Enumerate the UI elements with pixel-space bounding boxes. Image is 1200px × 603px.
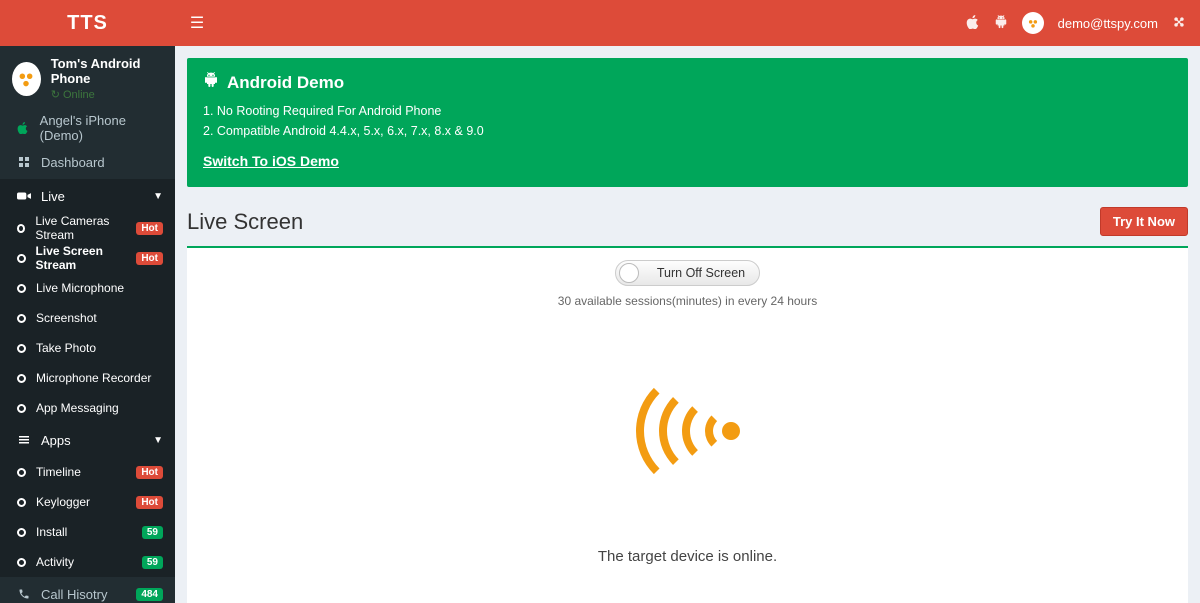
banner-line: 1. No Rooting Required For Android Phone	[203, 101, 1172, 121]
circle-icon	[17, 254, 26, 263]
sidebar-device-header[interactable]: Tom's Android Phone Online	[0, 46, 175, 111]
count-badge: 59	[142, 556, 163, 569]
circle-icon	[17, 468, 26, 477]
dashboard-icon	[15, 156, 33, 168]
circle-icon	[17, 344, 26, 353]
android-icon[interactable]	[994, 15, 1008, 32]
try-it-now-button[interactable]: Try It Now	[1100, 207, 1188, 236]
hot-badge: Hot	[136, 466, 163, 479]
settings-icon[interactable]	[1172, 15, 1186, 32]
brand-logo[interactable]: TTS	[0, 12, 175, 35]
sidebar-item-mic-recorder[interactable]: Microphone Recorder	[0, 363, 175, 393]
chevron-down-icon: ▼	[153, 435, 163, 446]
sidebar-item-label: Timeline	[36, 465, 81, 479]
circle-icon	[17, 314, 26, 323]
sidebar-item-label: Activity	[36, 555, 74, 569]
main-content: Android Demo 1. No Rooting Required For …	[175, 46, 1200, 603]
sidebar-item-live-screen[interactable]: Live Screen Stream Hot	[0, 243, 175, 273]
circle-icon	[17, 498, 26, 507]
apple-icon[interactable]	[966, 15, 980, 32]
circle-icon	[17, 528, 26, 537]
apps-icon	[15, 434, 33, 446]
hot-badge: Hot	[136, 252, 163, 265]
sidebar-item-label: App Messaging	[36, 401, 119, 415]
screen-toggle[interactable]: Turn Off Screen	[615, 260, 760, 286]
sidebar-item-label: Screenshot	[36, 311, 97, 325]
camera-icon	[15, 190, 33, 202]
count-badge: 59	[142, 526, 163, 539]
user-email[interactable]: demo@ttspy.com	[1058, 16, 1158, 31]
switch-demo-link[interactable]: Switch To iOS Demo	[203, 153, 339, 169]
sidebar-item-timeline[interactable]: Timeline Hot	[0, 457, 175, 487]
sidebar-item-call-history[interactable]: Call Hisotry 484	[0, 577, 175, 603]
sidebar-item-label: Keylogger	[36, 495, 90, 509]
device-status: Online	[51, 88, 163, 101]
live-screen-panel: Turn Off Screen 30 available sessions(mi…	[187, 248, 1188, 603]
sidebar-toggle-apps[interactable]: Apps ▼	[0, 423, 175, 457]
circle-icon	[17, 224, 25, 233]
user-avatar-icon[interactable]	[1022, 12, 1044, 34]
count-badge: 484	[136, 588, 163, 601]
sidebar-item-label: Take Photo	[36, 341, 96, 355]
sidebar-item-label: Live	[41, 189, 65, 204]
sidebar-item-label: Angel's iPhone (Demo)	[40, 113, 163, 143]
apple-icon	[15, 122, 32, 134]
sidebar: Tom's Android Phone Online Angel's iPhon…	[0, 46, 175, 603]
circle-icon	[17, 558, 26, 567]
android-icon	[203, 72, 219, 93]
sidebar-toggle[interactable]: ☰	[175, 13, 219, 33]
device-avatar-icon	[12, 62, 41, 96]
sidebar-item-label: Live Microphone	[36, 281, 124, 295]
sidebar-item-app-messaging[interactable]: App Messaging	[0, 393, 175, 423]
circle-icon	[17, 404, 26, 413]
banner-line: 2. Compatible Android 4.4.x, 5.x, 6.x, 7…	[203, 121, 1172, 141]
sidebar-toggle-live[interactable]: Live ▼	[0, 179, 175, 213]
chevron-down-icon: ▼	[153, 191, 163, 202]
sidebar-section-apps: Apps ▼ Timeline Hot Keylogger Hot Instal…	[0, 423, 175, 577]
phone-icon	[15, 588, 33, 600]
sidebar-item-take-photo[interactable]: Take Photo	[0, 333, 175, 363]
sidebar-item-dashboard[interactable]: Dashboard	[0, 145, 175, 179]
sidebar-item-label: Install	[36, 525, 67, 539]
sidebar-item-label: Microphone Recorder	[36, 371, 151, 385]
sidebar-section-live: Live ▼ Live Cameras Stream Hot Live Scre…	[0, 179, 175, 423]
banner-title: Android Demo	[227, 73, 344, 93]
toggle-knob-icon	[619, 263, 639, 283]
sidebar-item-label: Call Hisotry	[41, 587, 107, 602]
sidebar-item-label: Live Screen Stream	[36, 244, 137, 272]
hot-badge: Hot	[136, 222, 163, 235]
circle-icon	[17, 284, 26, 293]
sidebar-item-activity[interactable]: Activity 59	[0, 547, 175, 577]
sidebar-item-keylogger[interactable]: Keylogger Hot	[0, 487, 175, 517]
sidebar-item-live-cameras[interactable]: Live Cameras Stream Hot	[0, 213, 175, 243]
sidebar-item-install[interactable]: Install 59	[0, 517, 175, 547]
device-status-message: The target device is online.	[187, 548, 1188, 565]
hot-badge: Hot	[136, 496, 163, 509]
sidebar-item-label: Dashboard	[41, 155, 105, 170]
sidebar-item-live-mic[interactable]: Live Microphone	[0, 273, 175, 303]
toggle-label: Turn Off Screen	[657, 266, 745, 280]
demo-banner: Android Demo 1. No Rooting Required For …	[187, 58, 1188, 187]
sessions-note: 30 available sessions(minutes) in every …	[187, 294, 1188, 308]
page-title: Live Screen	[187, 209, 303, 235]
sidebar-item-label: Apps	[41, 433, 71, 448]
circle-icon	[17, 374, 26, 383]
sidebar-item-label: Live Cameras Stream	[35, 214, 136, 242]
signal-icon	[628, 368, 748, 488]
device-name: Tom's Android Phone	[51, 56, 163, 86]
sidebar-item-screenshot[interactable]: Screenshot	[0, 303, 175, 333]
sidebar-switch-device[interactable]: Angel's iPhone (Demo)	[0, 111, 175, 145]
top-bar: TTS ☰ demo@ttspy.com	[0, 0, 1200, 46]
